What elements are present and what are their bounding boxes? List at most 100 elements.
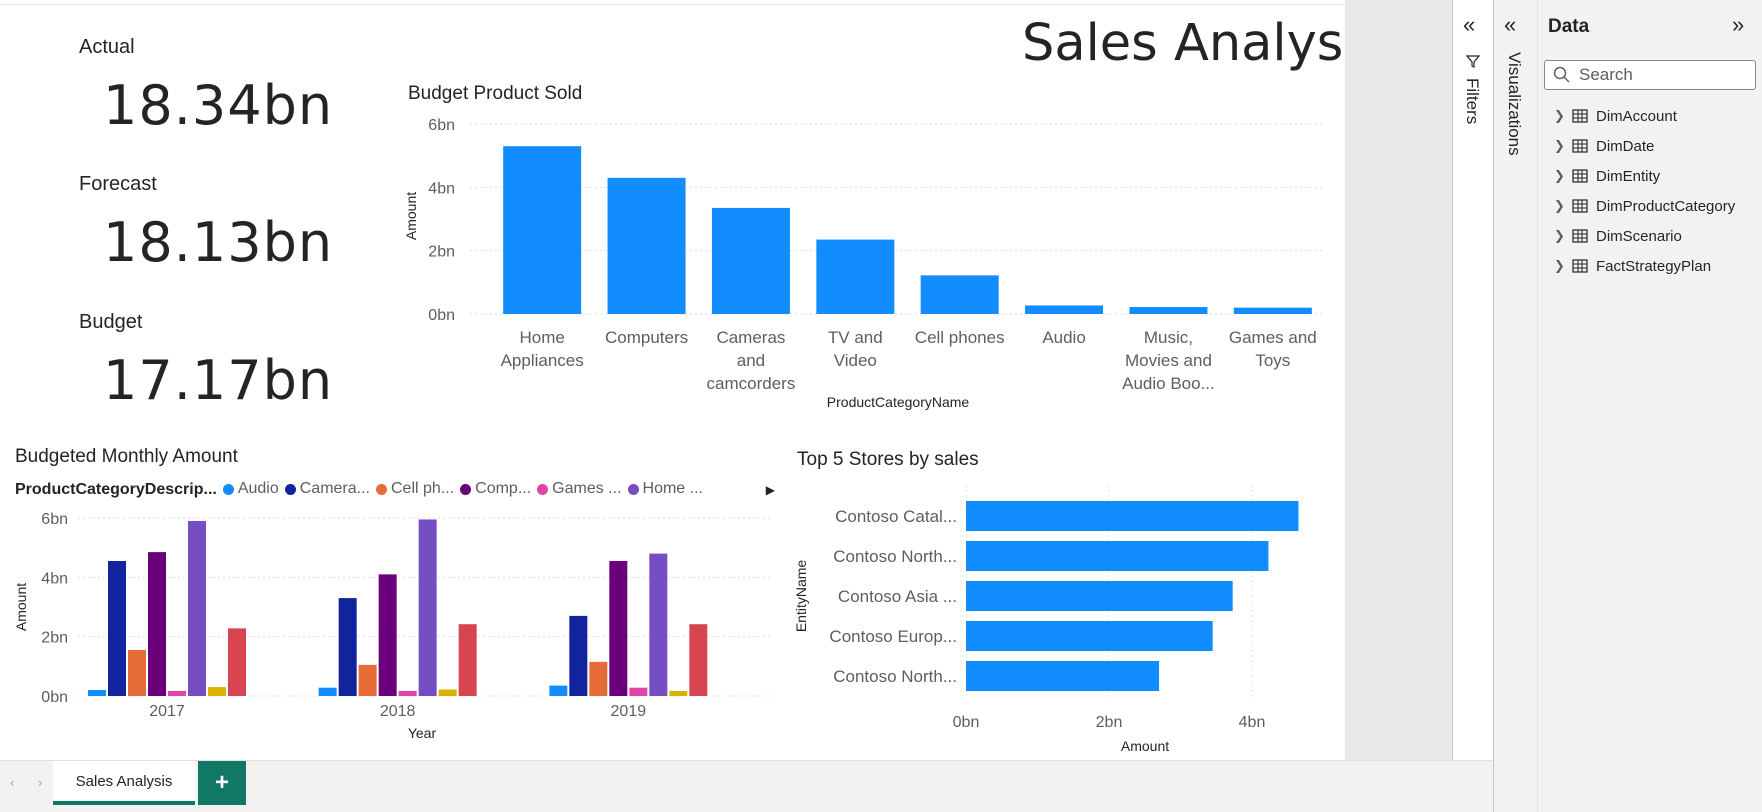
add-page-button[interactable]: + bbox=[198, 761, 246, 805]
bar bbox=[711, 207, 790, 314]
bar bbox=[649, 553, 668, 696]
y-axis-title: Amount bbox=[13, 583, 29, 631]
chevron-right-icon[interactable]: ❯ bbox=[1554, 228, 1568, 244]
bar bbox=[458, 624, 477, 696]
y-tick-label: Contoso Catal... bbox=[835, 507, 957, 526]
table-name: DimAccount bbox=[1596, 107, 1677, 125]
table-dimentity[interactable]: ❯ DimEntity bbox=[1554, 164, 1660, 188]
bar bbox=[689, 624, 708, 696]
legend-item[interactable]: Cell ph... bbox=[376, 480, 454, 498]
expand-data-pane-icon[interactable]: » bbox=[1732, 12, 1744, 38]
x-tick-label: camcorders bbox=[707, 374, 796, 393]
y-tick-label: Contoso Europ... bbox=[829, 627, 957, 646]
x-tick-label: Music, bbox=[1144, 328, 1193, 347]
power-bi-app: Sales Analysis Actual 18.34bn Forecast 1… bbox=[0, 0, 1762, 812]
legend-item[interactable]: Home ... bbox=[627, 480, 703, 498]
table-dimscenario[interactable]: ❯ DimScenario bbox=[1554, 224, 1682, 248]
x-tick-label: Toys bbox=[1255, 351, 1290, 370]
kpi-value: 18.13bn bbox=[103, 211, 334, 274]
y-tick-label: 6bn bbox=[428, 117, 455, 134]
canvas-top-strip bbox=[0, 0, 1345, 5]
report-canvas: Sales Analysis Actual 18.34bn Forecast 1… bbox=[0, 0, 1384, 760]
monthly-legend: ProductCategoryDescrip... Audio Camera...… bbox=[15, 480, 775, 500]
visualizations-label[interactable]: Visualizations bbox=[1504, 52, 1524, 156]
bar bbox=[589, 661, 608, 696]
bar bbox=[816, 239, 895, 314]
tab-prev-icon[interactable]: ‹ bbox=[10, 775, 14, 790]
legend-item[interactable]: Audio bbox=[222, 480, 279, 498]
chevron-right-icon[interactable]: ❯ bbox=[1554, 258, 1568, 274]
legend-item[interactable]: Games ... bbox=[537, 480, 622, 498]
kpi-card-budget[interactable]: Budget 17.17bn bbox=[79, 311, 339, 421]
kpi-label: Budget bbox=[79, 311, 143, 333]
bar bbox=[168, 690, 186, 696]
y-tick-label: 6bn bbox=[41, 511, 68, 528]
bar bbox=[966, 581, 1233, 611]
page-title: Sales Analysis bbox=[1022, 14, 1385, 73]
legend-item[interactable]: Camera... bbox=[284, 480, 370, 498]
bar bbox=[607, 177, 686, 314]
collapse-visualizations-icon[interactable]: « bbox=[1504, 12, 1516, 38]
legend-label: Games ... bbox=[552, 480, 622, 497]
table-icon bbox=[1572, 109, 1588, 123]
bar bbox=[966, 621, 1213, 651]
budgeted-monthly-amount-title: Budgeted Monthly Amount bbox=[15, 446, 238, 467]
top-5-stores-chart[interactable]: 0bn 2bn 4bn Contoso Catal... Contoso North..… bbox=[790, 480, 1320, 760]
x-tick-label: Cell phones bbox=[915, 328, 1005, 347]
chevron-right-icon[interactable]: ❯ bbox=[1554, 108, 1568, 124]
y-tick-label: 4bn bbox=[428, 180, 455, 197]
x-tick-label: 0bn bbox=[953, 714, 980, 731]
bar bbox=[88, 690, 106, 696]
table-factstrategyplan[interactable]: ❯ FactStrategyPlan bbox=[1554, 254, 1711, 278]
chevron-right-icon[interactable]: ❯ bbox=[1554, 168, 1568, 184]
y-tick-label: Contoso Asia ... bbox=[838, 587, 957, 606]
table-name: DimEntity bbox=[1596, 167, 1661, 185]
bar bbox=[920, 275, 999, 314]
y-tick-label: 2bn bbox=[41, 630, 68, 647]
x-tick-label: Appliances bbox=[501, 351, 584, 370]
legend-item[interactable]: Comp... bbox=[460, 480, 531, 498]
x-tick-label: 2bn bbox=[1096, 714, 1123, 731]
bar bbox=[108, 561, 126, 696]
y-tick-label: Contoso North... bbox=[833, 547, 957, 566]
legend-title: ProductCategoryDescrip... bbox=[15, 480, 217, 498]
table-dimdate[interactable]: ❯ DimDate bbox=[1554, 134, 1654, 158]
legend-next-icon[interactable]: ▶ bbox=[766, 483, 775, 497]
table-icon bbox=[1572, 139, 1588, 153]
x-tick-label: Computers bbox=[605, 328, 688, 347]
legend-dot bbox=[376, 483, 387, 495]
tab-sales-analysis[interactable]: Sales Analysis bbox=[53, 761, 195, 805]
collapse-filters-icon[interactable]: « bbox=[1463, 12, 1475, 38]
kpi-card-forecast[interactable]: Forecast 18.13bn bbox=[79, 173, 339, 283]
legend-label: Comp... bbox=[475, 480, 532, 497]
y-tick-label: 2bn bbox=[428, 244, 455, 261]
kpi-card-actual[interactable]: Actual 18.34bn bbox=[79, 36, 339, 146]
x-tick-label: Audio Boo... bbox=[1122, 374, 1215, 393]
canvas-gutter bbox=[1345, 0, 1452, 760]
legend-label: Audio bbox=[237, 480, 279, 497]
bar bbox=[629, 687, 648, 696]
table-dimaccount[interactable]: ❯ DimAccount bbox=[1554, 104, 1677, 128]
tab-next-icon[interactable]: › bbox=[38, 775, 42, 790]
legend-label: Home ... bbox=[642, 480, 703, 497]
filter-icon bbox=[1466, 55, 1480, 68]
chevron-right-icon[interactable]: ❯ bbox=[1554, 138, 1568, 154]
data-search-input[interactable]: Search bbox=[1544, 60, 1756, 90]
bar bbox=[569, 615, 588, 696]
legend-items: Audio Camera... Cell ph... Comp... Games ...… bbox=[222, 480, 709, 500]
x-tick-label: Movies and bbox=[1125, 351, 1212, 370]
chevron-right-icon[interactable]: ❯ bbox=[1554, 198, 1568, 214]
bar bbox=[1025, 305, 1104, 314]
budget-product-sold-chart[interactable]: 0bn 2bn 4bn 6bn Amount Home Appliances Computer… bbox=[400, 108, 1340, 418]
filters-label[interactable]: Filters bbox=[1462, 78, 1482, 124]
search-placeholder: Search bbox=[1579, 65, 1633, 84]
top-5-stores-title: Top 5 Stores by sales bbox=[797, 449, 979, 470]
x-tick-label: Audio bbox=[1042, 328, 1085, 347]
table-dimproductcategory[interactable]: ❯ DimProductCategory bbox=[1554, 194, 1735, 218]
x-tick-label: and bbox=[737, 351, 765, 370]
budgeted-monthly-amount-chart[interactable]: 0bn 2bn 4bn 6bn Amount 2017 2018 2019 Year bbox=[10, 505, 780, 745]
x-tick-label: Games and bbox=[1229, 328, 1317, 347]
x-tick-label: 2019 bbox=[611, 703, 647, 720]
y-tick-label: 0bn bbox=[428, 307, 455, 324]
bar bbox=[338, 598, 357, 696]
